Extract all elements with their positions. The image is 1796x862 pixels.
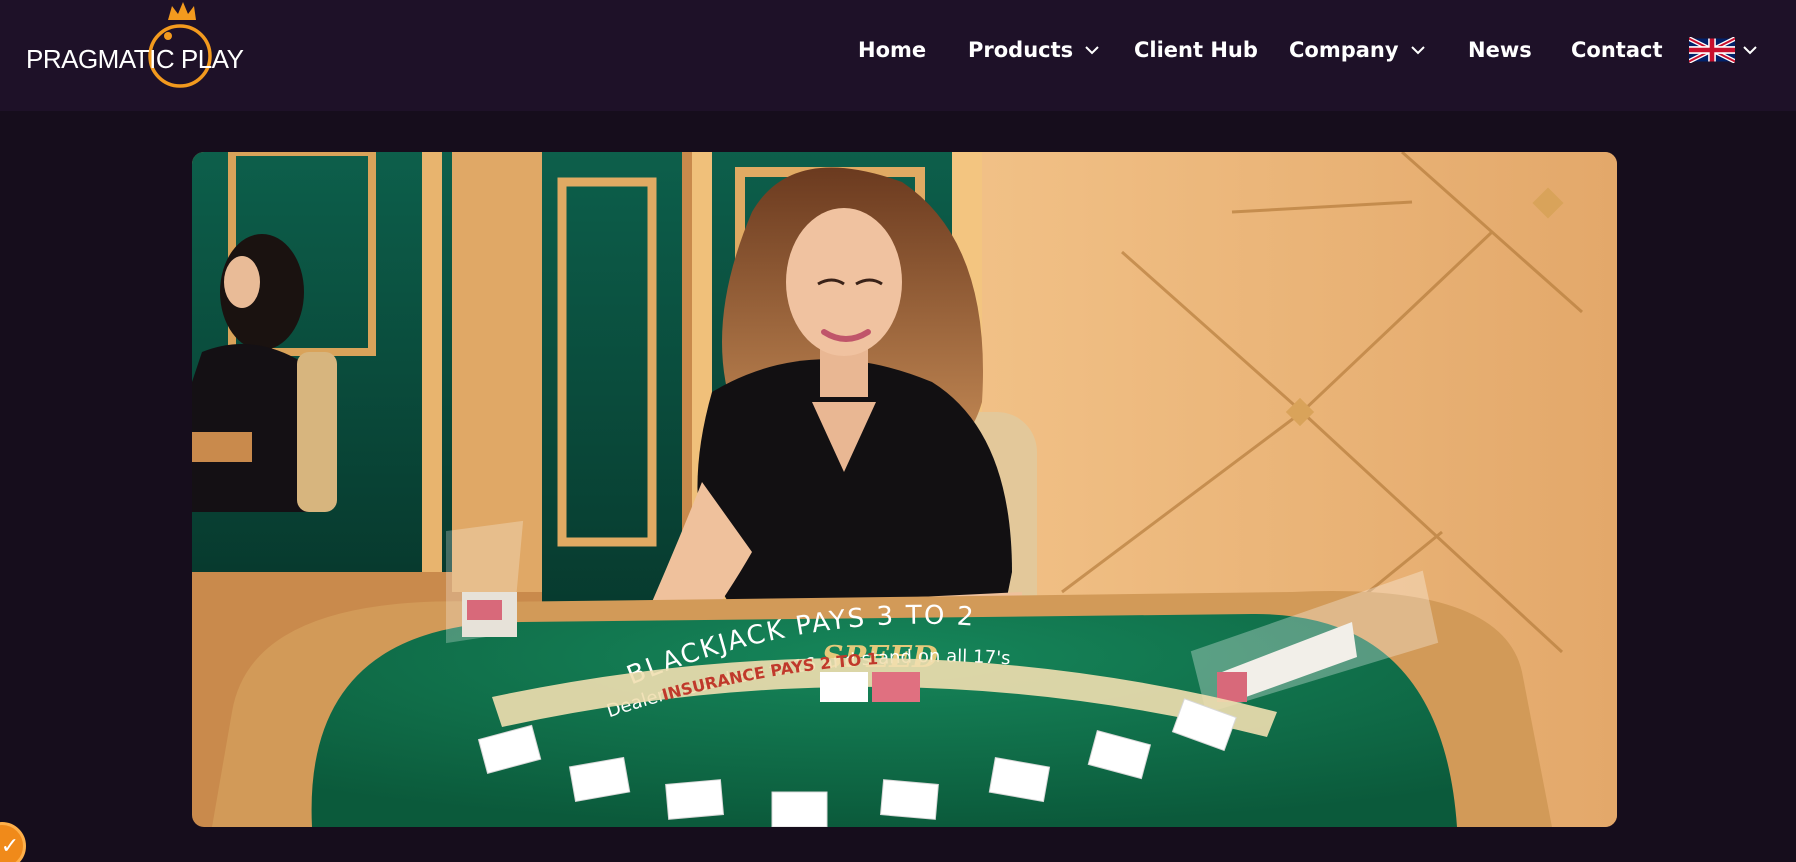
nav-company[interactable]: Company <box>1289 35 1425 65</box>
nav-client-hub[interactable]: Client Hub <box>1134 35 1258 65</box>
pragmatic-badge-icon[interactable]: ✓ <box>0 822 26 862</box>
nav-label: News <box>1468 38 1532 62</box>
hero-image: SPEED BLACKJACK PAYS 3 TO 2 Dealer must … <box>192 152 1617 827</box>
nav-label: Client Hub <box>1134 38 1258 62</box>
uk-flag-icon <box>1689 37 1735 63</box>
chevron-down-icon <box>1085 46 1099 55</box>
nav-home[interactable]: Home <box>858 35 926 65</box>
nav-label: Company <box>1289 38 1399 62</box>
chevron-down-icon <box>1410 46 1425 55</box>
language-selector[interactable] <box>1689 35 1757 65</box>
chevron-down-icon <box>1743 46 1757 55</box>
nav-news[interactable]: News <box>1468 35 1532 65</box>
main-nav: Home Products Client Hub Company News Co… <box>0 0 1796 100</box>
nav-products[interactable]: Products <box>968 35 1099 65</box>
live-dealer-blackjack-illustration: SPEED BLACKJACK PAYS 3 TO 2 Dealer must … <box>192 152 1617 827</box>
nav-label: Home <box>858 38 927 62</box>
site-header: PRAGMATIC PLAY Home Products Client Hub … <box>0 0 1796 111</box>
nav-label: Contact <box>1571 38 1663 62</box>
nav-label: Products <box>968 38 1074 62</box>
nav-contact[interactable]: Contact <box>1571 35 1663 65</box>
